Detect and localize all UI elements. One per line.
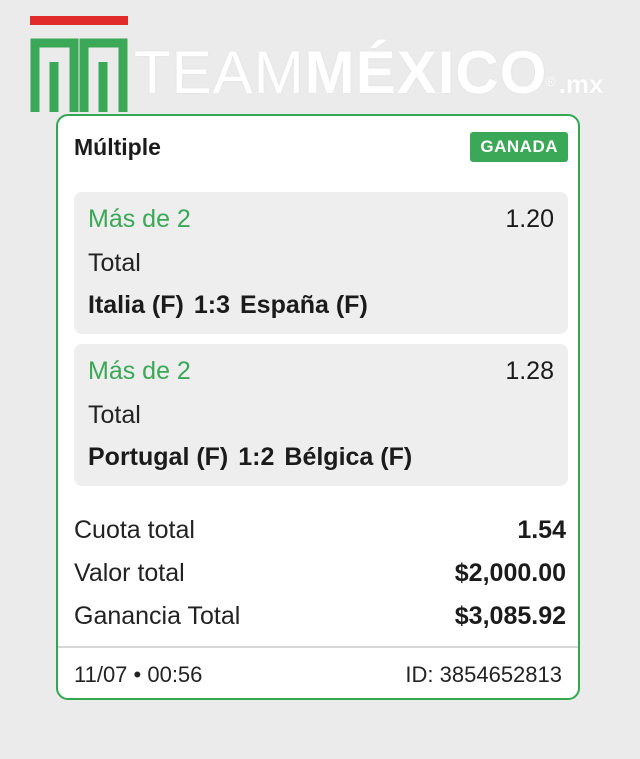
summary-row-winnings: Ganancia Total $3,085.92 xyxy=(74,598,566,641)
selection-market: Más de 2 xyxy=(88,205,191,233)
logo-red-bar xyxy=(30,16,128,25)
summary-label: Valor total xyxy=(74,559,185,587)
selection-odds: 1.28 xyxy=(505,357,554,385)
selection-kind: Total xyxy=(88,249,141,277)
selection-match: Italia (F) 1:3 España (F) xyxy=(88,288,368,322)
selection-kind: Total xyxy=(88,401,141,429)
selection-odds: 1.20 xyxy=(505,205,554,233)
summary-row-total-odds: Cuota total 1.54 xyxy=(74,512,566,555)
summary-value: $2,000.00 xyxy=(454,559,566,587)
match-score: 1:2 xyxy=(238,443,275,471)
selection-market: Más de 2 xyxy=(88,357,191,385)
summary-value: $3,085.92 xyxy=(454,602,566,630)
teammexico-mark-icon xyxy=(30,38,128,112)
selection-item: Más de 2 1.28 Total Portugal (F) 1:2 Bélgi… xyxy=(74,344,568,486)
summary-value: 1.54 xyxy=(517,516,566,544)
card-footer: 11/07 • 00:56 ID: 3854652813 xyxy=(74,660,562,690)
bet-type-title: Múltiple xyxy=(74,134,161,160)
match-away-team: España (F) xyxy=(239,291,368,319)
summary-row-stake: Valor total $2,000.00 xyxy=(74,555,566,598)
selection-match: Portugal (F) 1:2 Bélgica (F) xyxy=(88,440,412,474)
match-home-team: Italia (F) xyxy=(88,291,184,319)
bet-slip-card: Múltiple GANADA Más de 2 1.20 Total Ital… xyxy=(56,114,580,700)
status-badge: GANADA xyxy=(470,132,568,162)
match-score: 1:3 xyxy=(193,291,230,319)
bet-datetime: 11/07 • 00:56 xyxy=(74,662,203,687)
logo-wordmark: TEAMMÉXICO®.mx xyxy=(134,39,604,106)
teammexico-logo: TEAMMÉXICO®.mx xyxy=(30,16,610,112)
selection-item: Más de 2 1.20 Total Italia (F) 1:3 España … xyxy=(74,192,568,334)
match-away-team: Bélgica (F) xyxy=(284,443,413,471)
summary-label: Ganancia Total xyxy=(74,602,241,630)
bet-id: ID: 3854652813 xyxy=(405,662,562,687)
bet-summary: Cuota total 1.54 Valor total $2,000.00 G… xyxy=(74,512,566,641)
summary-label: Cuota total xyxy=(74,516,195,544)
card-header: Múltiple GANADA xyxy=(74,132,568,162)
footer-divider xyxy=(58,646,578,648)
match-home-team: Portugal (F) xyxy=(88,443,229,471)
